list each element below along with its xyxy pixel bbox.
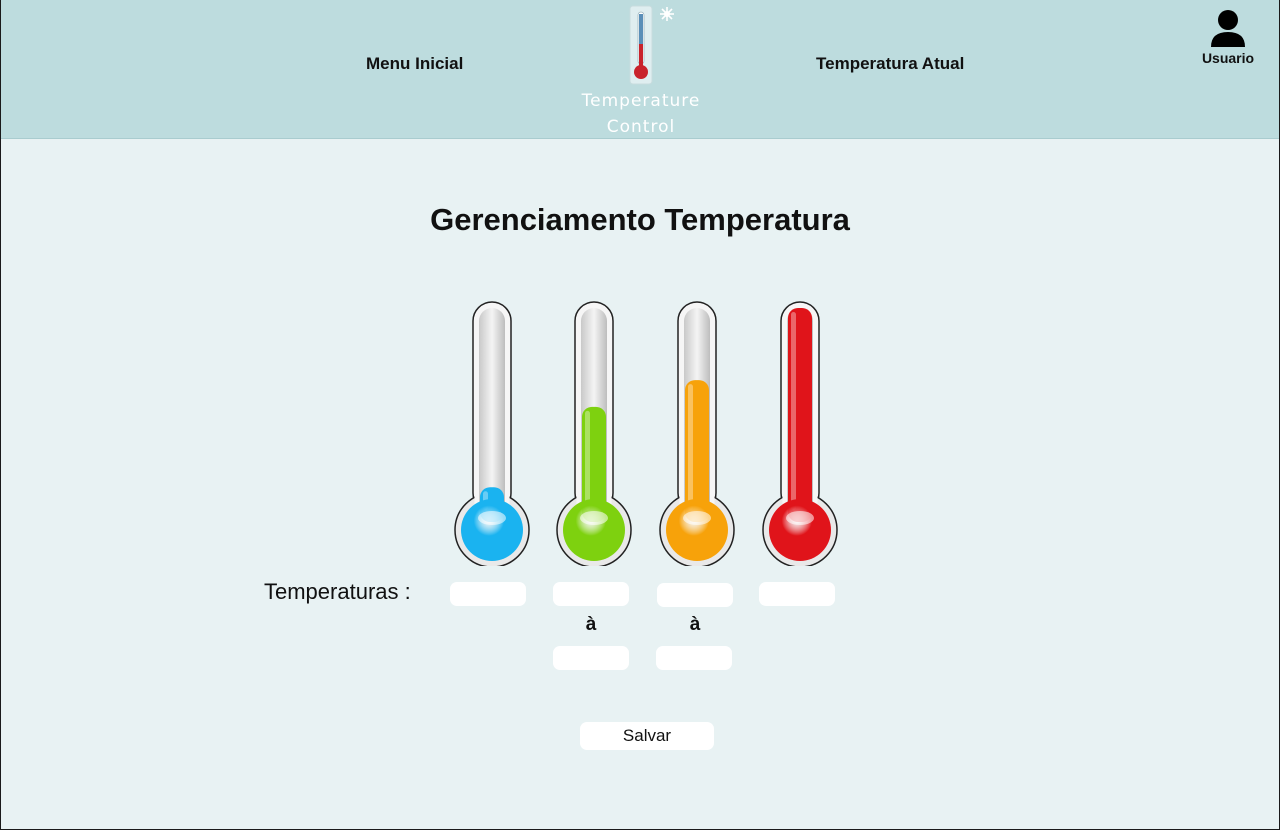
- logo-line-1: Temperature: [581, 91, 701, 111]
- user-label: Usuario: [1201, 50, 1255, 66]
- thermometer-mild-icon: [556, 301, 632, 566]
- save-button[interactable]: Salvar: [580, 722, 714, 750]
- mild-temp-from-input[interactable]: [553, 582, 629, 606]
- warm-temp-from-input[interactable]: [657, 583, 733, 607]
- mild-temp-to-input[interactable]: [553, 646, 629, 670]
- thermometer-warm-icon: [659, 301, 735, 566]
- user-icon: [1211, 10, 1245, 47]
- thermometer-logo-icon: [629, 5, 674, 85]
- app-logo[interactable]: Temperature Control: [571, 2, 711, 137]
- logo-line-2: Control: [606, 117, 676, 137]
- top-header: Menu Inicial Temperature Control Tempera…: [1, 0, 1279, 139]
- warm-temp-to-input[interactable]: [656, 646, 732, 670]
- page-title: Gerenciamento Temperatura: [430, 202, 850, 237]
- nav-menu-inicial[interactable]: Menu Inicial: [366, 54, 463, 74]
- nav-temperatura-atual[interactable]: Temperatura Atual: [816, 54, 964, 74]
- mild-range-separator: à: [585, 614, 597, 635]
- cold-temp-input[interactable]: [450, 582, 526, 606]
- warm-range-separator: à: [689, 614, 701, 635]
- logo-text: Temperature Control: [571, 88, 711, 140]
- thermometer-hot-icon: [762, 301, 838, 566]
- temperatures-label: Temperaturas :: [264, 579, 411, 604]
- user-menu[interactable]: Usuario: [1197, 8, 1259, 66]
- hot-temp-input[interactable]: [759, 582, 835, 606]
- thermometer-cold-icon: [454, 301, 530, 566]
